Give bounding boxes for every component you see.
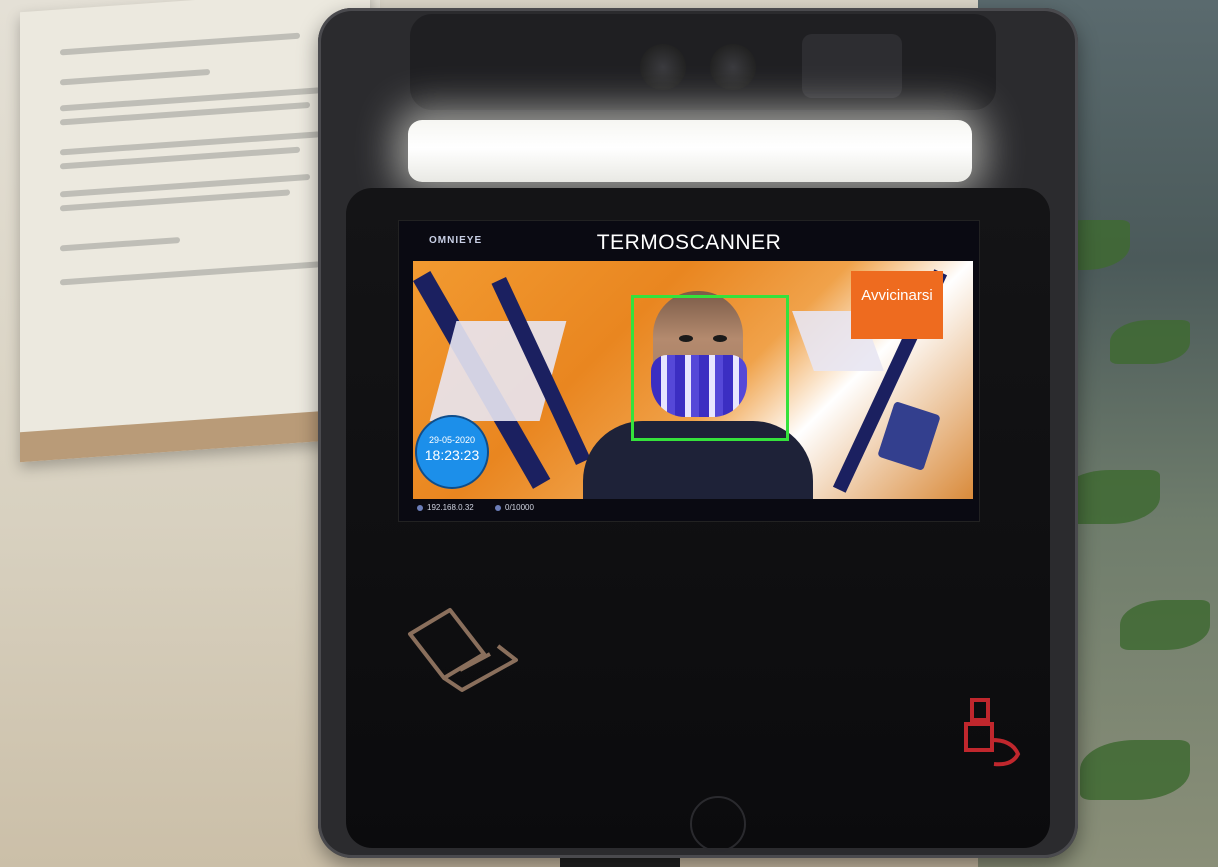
status-bar: 192.168.0.32 0/10000: [413, 501, 973, 517]
led-light-bar: [408, 120, 972, 182]
thermal-sensor: [802, 34, 902, 98]
clock-date: 29-05-2020: [428, 435, 476, 445]
network-icon: [417, 504, 423, 511]
ip-address: 192.168.0.32: [427, 503, 474, 512]
camera-icon: [710, 44, 756, 90]
camera-icon: [640, 44, 686, 90]
plant-leaf: [1110, 320, 1190, 364]
ip-status: 192.168.0.32: [417, 503, 474, 512]
user-counter: 0/10000: [505, 503, 534, 512]
clock-time: 18:23:23: [424, 447, 480, 463]
proximity-sensor: [690, 796, 746, 852]
counter-status: 0/10000: [495, 503, 534, 512]
clock-widget: 29-05-2020 18:23:23: [417, 417, 487, 487]
user-icon: [495, 504, 501, 511]
camera-module: [410, 14, 996, 110]
screen-title: TERMOSCANNER: [596, 231, 782, 254]
status-badge: Avvicinarsi: [851, 271, 943, 339]
hand-sanitizer-icon: [964, 698, 1021, 767]
device-screen: OMNIEYE TERMOSCANNER Avvicinarsi 29-05-2…: [398, 220, 980, 522]
face-detection-box: [631, 295, 789, 441]
card-reader-icon: [408, 608, 518, 692]
plant-leaf: [1080, 740, 1190, 800]
plant-leaf: [1120, 600, 1210, 650]
camera-feed: Avvicinarsi 29-05-2020 18:23:23: [413, 261, 973, 499]
direction-sign: [877, 401, 941, 471]
